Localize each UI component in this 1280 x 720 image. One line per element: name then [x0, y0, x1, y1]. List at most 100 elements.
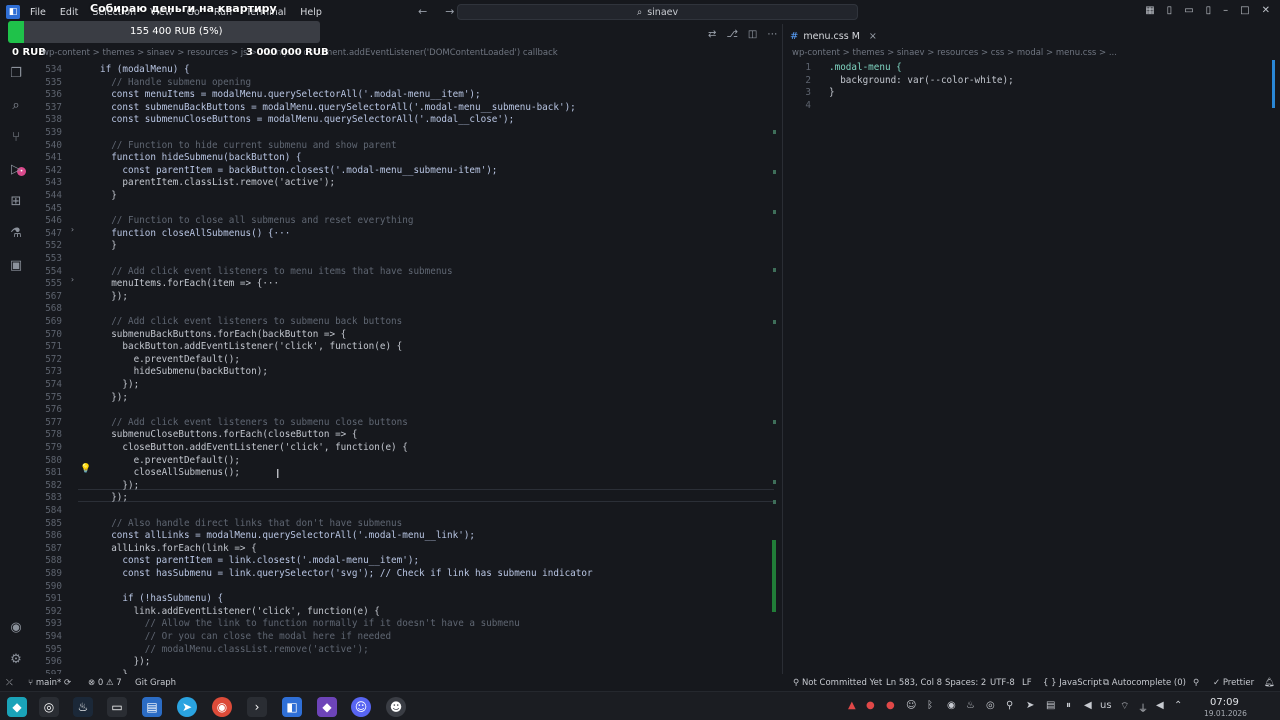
code-line: 582 }); [32, 480, 772, 493]
code-text: // Add click event listeners to submenu … [100, 316, 403, 327]
split-editor-icon[interactable]: ◫ [748, 29, 757, 40]
copilot-icon[interactable]: ⚲ [1193, 678, 1199, 688]
tab-menu-css[interactable]: # menu.css M × [790, 28, 877, 44]
remote-explorer-icon[interactable]: ▣ [8, 258, 24, 274]
chrome-icon[interactable]: ◉ [212, 697, 232, 717]
source-control-icon[interactable]: ⑂ [8, 130, 24, 146]
toggle-secondary-sidebar-icon[interactable]: ▯ [1206, 5, 1212, 16]
file-manager-icon[interactable]: ▤ [142, 697, 162, 717]
branch-status[interactable]: ⑂ main* ⟳ [28, 678, 71, 688]
line-number: 555 [45, 278, 62, 290]
language-status[interactable]: { } JavaScript [1043, 678, 1102, 688]
game-icon[interactable]: ☻ [386, 697, 406, 717]
tray-record-icon[interactable]: ● [866, 700, 875, 711]
discord-icon[interactable]: ☺ [351, 697, 371, 717]
tray-usb-icon[interactable]: ⏚ [1138, 700, 1148, 715]
forward-arrow-icon[interactable]: → [445, 5, 454, 18]
prettier-status[interactable]: ✓ Prettier [1213, 678, 1254, 688]
right-breadcrumb[interactable]: wp-content > themes > sinaev > resources… [792, 48, 1117, 58]
terminal-icon[interactable]: ▭ [107, 697, 127, 717]
maximize-icon[interactable]: □ [1240, 5, 1249, 16]
cursor-position[interactable]: Ln 583, Col 8 [886, 678, 942, 688]
command-center-search[interactable]: ⌕ sinaev [457, 4, 858, 20]
right-editor-scrollbar[interactable] [1272, 60, 1275, 108]
tab-close-icon[interactable]: × [869, 31, 877, 42]
problems-status[interactable]: ⊗ 0 ⚠ 7 [88, 678, 122, 688]
settings-gear-icon[interactable]: ⚙ [8, 652, 24, 668]
clock-date[interactable]: 19.01.2026 [1204, 709, 1247, 718]
testing-icon[interactable]: ⚗ [8, 226, 24, 242]
tray-record2-icon[interactable]: ● [886, 700, 895, 711]
obs-icon[interactable]: ◎ [39, 697, 59, 717]
encoding-status[interactable]: UTF-8 [990, 678, 1015, 688]
tray-volume-icon[interactable]: ◀ [1084, 700, 1092, 711]
tray-chrome-icon[interactable]: ◉ [947, 700, 956, 711]
scrollbar-change-marker [773, 210, 776, 214]
tray-obs-icon[interactable]: ◎ [986, 700, 995, 711]
account-icon[interactable]: ◉ [8, 620, 24, 636]
menu-file[interactable]: File [30, 7, 46, 18]
line-number: 597 [32, 669, 62, 674]
tray-vpn-icon[interactable]: ▲ [848, 700, 856, 711]
back-arrow-icon[interactable]: ← [418, 5, 427, 18]
code-line: 544 } [32, 190, 772, 203]
menu-help[interactable]: Help [300, 7, 322, 18]
indentation-status[interactable]: Spaces: 2 [945, 678, 986, 688]
code-text: if (modalMenu) { [100, 64, 190, 75]
minimize-icon[interactable]: – [1223, 5, 1228, 16]
telegram-icon[interactable]: ➤ [177, 697, 197, 717]
keyboard-layout[interactable]: us [1100, 700, 1112, 711]
tray-expand-icon[interactable]: ⌃ [1174, 700, 1182, 711]
autocomplete-status[interactable]: ⧉ Autocomplete (0) [1103, 678, 1186, 688]
tray-clipboard-icon[interactable]: ▤ [1046, 700, 1055, 711]
code-line: 589 const hasSubmenu = link.querySelecto… [32, 568, 772, 581]
left-code-editor[interactable]: › › 💡 534 if (modalMenu) {535 // Handle s… [32, 60, 782, 674]
line-number: 581 [45, 467, 62, 479]
more-actions-icon[interactable]: ⋯ [767, 29, 777, 40]
clock-time[interactable]: 07:09 [1210, 697, 1239, 708]
compare-icon[interactable]: ⇄ [708, 29, 716, 40]
toggle-sidebar-icon[interactable]: ▯ [1167, 5, 1173, 16]
app-launcher-icon[interactable]: ◆ [7, 697, 27, 717]
taskbar: ◆ ◎ ♨ ▭ ▤ ➤ ◉ › ◧ ◆ ☺ ☻ ▲ ● ● ☺ ᛒ ◉ ♨ ◎ … [0, 691, 1280, 720]
tray-media-icon[interactable]: ⏸ [1066, 700, 1071, 711]
tray-bluetooth-icon[interactable]: ᛒ [927, 700, 933, 711]
right-code-editor[interactable]: 1 .modal-menu {2 background: var(--color-… [784, 60, 1280, 120]
problems-count: 0 ⚠ 7 [97, 678, 122, 688]
vscode-taskbar-icon[interactable]: ◧ [282, 697, 302, 717]
line-number: 541 [45, 152, 62, 164]
tray-network-icon[interactable]: ⚲ [1006, 700, 1013, 711]
git-graph-status[interactable]: Git Graph [135, 678, 176, 688]
toggle-panel-icon[interactable]: ▭ [1184, 5, 1193, 16]
blame-status[interactable]: ⚲ Not Committed Yet [793, 678, 882, 688]
code-text: closeButton.addEventListener('click', fu… [100, 442, 408, 453]
tray-telegram-icon[interactable]: ➤ [1026, 700, 1034, 711]
steam-icon[interactable]: ♨ [73, 697, 93, 717]
line-number: 594 [45, 631, 62, 642]
code-line: 595 // modalMenu.classList.remove('activ… [32, 644, 772, 657]
line-number: 571 [45, 341, 62, 353]
menu-edit[interactable]: Edit [60, 7, 78, 18]
line-number: 535 [45, 76, 62, 88]
layout-icon[interactable]: ▦ [1145, 5, 1154, 16]
search-icon[interactable]: ⌕ [8, 98, 24, 114]
close-icon[interactable]: ✕ [1262, 5, 1270, 16]
explorer-icon[interactable]: ❐ [8, 66, 24, 82]
extensions-icon[interactable]: ⊞ [8, 194, 24, 210]
editor-scrollbar[interactable] [772, 540, 776, 612]
line-number: 591 [45, 593, 62, 605]
open-changes-icon[interactable]: ⎇ [726, 29, 738, 40]
tray-discord-icon[interactable]: ☺ [906, 700, 916, 711]
code-text: // Function to close all submenus and re… [100, 215, 414, 227]
tray-wifi-icon[interactable]: ⌔ [1120, 700, 1129, 713]
tray-speaker-icon[interactable]: ◀ [1156, 700, 1164, 711]
remote-icon[interactable]: ⤫ [6, 678, 13, 688]
tray-steam-icon[interactable]: ♨ [966, 700, 975, 711]
line-number: 536 [45, 89, 62, 101]
run-debug-icon[interactable]: ▷ [8, 162, 24, 178]
obsidian-icon[interactable]: ◆ [317, 697, 337, 717]
eol-status[interactable]: LF [1022, 678, 1032, 688]
editor-split-divider[interactable] [782, 24, 783, 674]
notifications-icon[interactable]: 🔔︎ [1264, 678, 1275, 688]
console-icon[interactable]: › [247, 697, 267, 717]
